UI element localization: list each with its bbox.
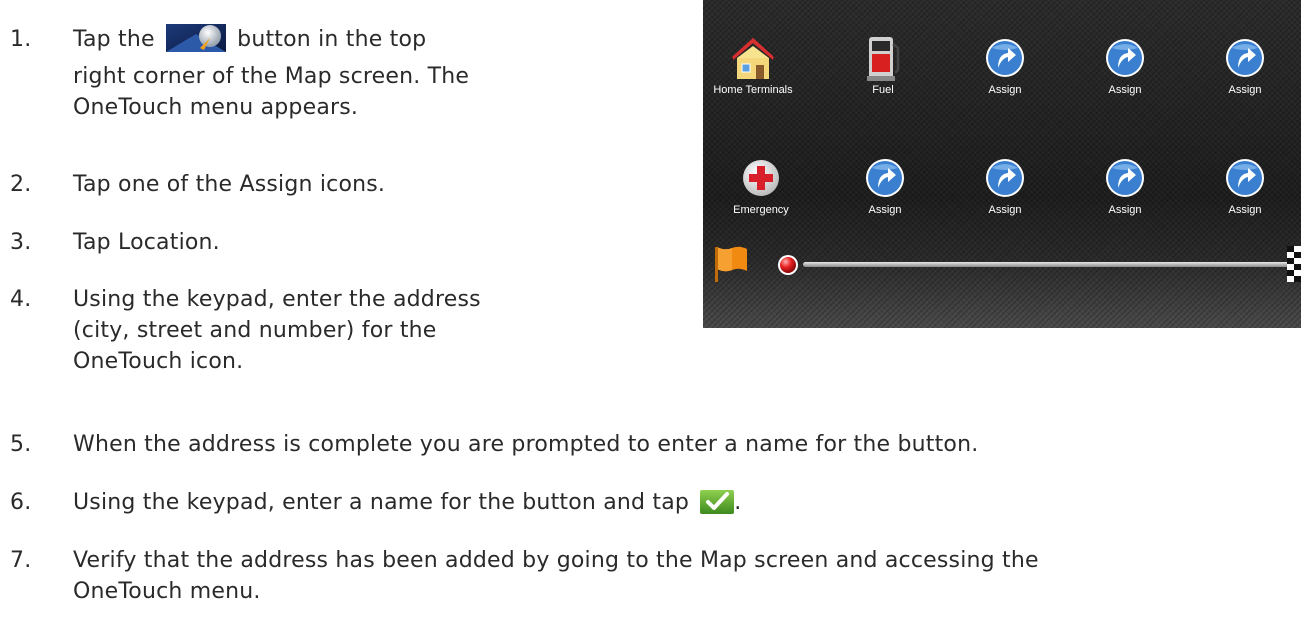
assign-arrow-icon <box>1106 39 1144 77</box>
step-number: 7. <box>10 548 32 573</box>
assign-button[interactable]: Assign <box>1070 34 1180 96</box>
step-text: Verify that the address has been added b… <box>73 548 1039 573</box>
step-number: 1. <box>10 27 32 52</box>
step-2: 2. Tap one of the Assign icons. <box>10 169 385 200</box>
onetouch-menu-icon <box>165 24 226 61</box>
assign-arrow-icon <box>1226 39 1264 77</box>
step-3: 3. Tap Location. <box>10 227 220 258</box>
assign-arrow-icon <box>986 159 1024 197</box>
fuel-pump-icon <box>867 37 900 81</box>
step-text: Tap one of the Assign icons. <box>73 172 386 197</box>
finish-flag-icon <box>1287 246 1301 282</box>
home-terminals-button[interactable]: Home Terminals <box>703 34 808 96</box>
step-text: OneTouch menu. <box>73 579 261 604</box>
position-marker-icon <box>778 255 798 275</box>
step-5: 5. When the address is complete you are … <box>10 429 978 460</box>
step-text: When the address is complete you are pro… <box>73 432 979 457</box>
start-flag-icon <box>715 246 747 282</box>
assign-button[interactable]: Assign <box>830 154 940 216</box>
assign-button[interactable]: Assign <box>1190 34 1300 96</box>
step-number: 4. <box>10 287 32 312</box>
assign-button[interactable]: Assign <box>1190 154 1300 216</box>
step-text: Using the keypad, enter a name for the b… <box>73 490 690 515</box>
step-text: Tap Location. <box>73 230 220 255</box>
house-icon <box>731 38 775 79</box>
route-progress-bar <box>803 262 1301 267</box>
step-text: Tap the <box>73 27 155 52</box>
step-text: Using the keypad, enter the address <box>73 287 481 312</box>
step-1: 1. Tap the button in the top right corne… <box>10 24 469 123</box>
step-text: (city, street and number) for the <box>73 318 437 343</box>
assign-button[interactable]: Assign <box>950 154 1060 216</box>
assign-arrow-icon <box>1106 159 1144 197</box>
step-text: OneTouch icon. <box>73 349 244 374</box>
emergency-cross-icon <box>743 160 779 196</box>
onetouch-menu-screenshot: Home Terminals Fuel Assign Assign Assign… <box>703 0 1301 328</box>
assign-arrow-icon <box>1226 159 1264 197</box>
step-number: 5. <box>10 432 32 457</box>
checkmark-icon <box>700 489 735 524</box>
assign-arrow-icon <box>986 39 1024 77</box>
assign-button[interactable]: Assign <box>1070 154 1180 216</box>
step-number: 3. <box>10 230 32 255</box>
emergency-button[interactable]: Emergency <box>706 154 816 216</box>
step-text: OneTouch menu appears. <box>73 95 359 120</box>
assign-arrow-icon <box>866 159 904 197</box>
assign-button[interactable]: Assign <box>950 34 1060 96</box>
step-4: 4. Using the keypad, enter the address (… <box>10 284 481 377</box>
step-text: . <box>734 490 742 515</box>
step-7: 7. Verify that the address has been adde… <box>10 545 1039 607</box>
step-text: right corner of the Map screen. The <box>73 64 470 89</box>
fuel-button[interactable]: Fuel <box>828 34 938 96</box>
step-number: 6. <box>10 490 32 515</box>
step-number: 2. <box>10 172 32 197</box>
step-6: 6. Using the keypad, enter a name for th… <box>10 487 741 524</box>
step-text: button in the top <box>237 27 427 52</box>
